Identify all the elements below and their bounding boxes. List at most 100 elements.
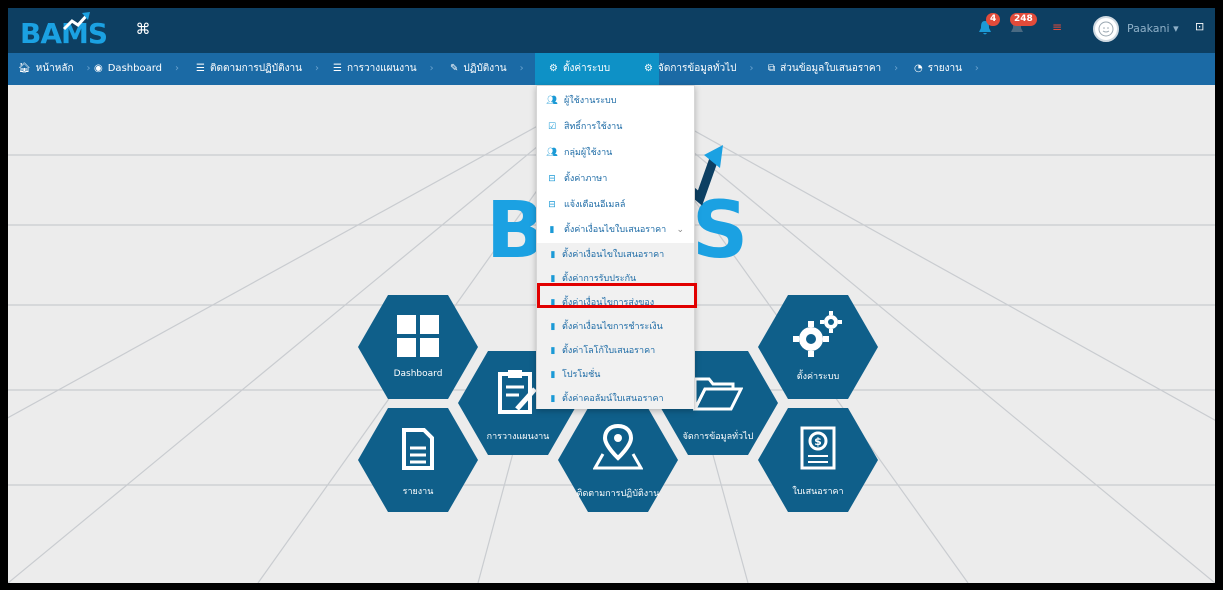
submenu-item-label: ตั้งค่าเงื่อนไขใบเสนอราคา	[562, 250, 665, 260]
dropdown-submenu: ▮ ตั้งค่าเงื่อนไขใบเสนอราคา ▮ ตั้งค่าการ…	[537, 243, 694, 409]
nav-home-label: หน้าหลัก	[35, 63, 74, 74]
money-document-icon: $	[758, 426, 878, 474]
nav-home[interactable]: 🏠︎ หน้าหลัก ›	[18, 53, 91, 85]
chevron-right-icon: ›	[894, 63, 899, 74]
list-icon: ☰	[333, 63, 342, 74]
clipboard-icon: ▮	[550, 370, 556, 380]
map-pin-icon	[558, 423, 678, 474]
brand-logo[interactable]: BAMS	[20, 12, 108, 49]
nav-operations[interactable]: ✎ ปฏิบัติงาน ›	[450, 53, 524, 85]
hex-tracking[interactable]: ติดตามการปฏิบัติงาน	[558, 408, 678, 512]
notification-bell-icon[interactable]: 4	[978, 13, 1001, 40]
svg-text:$: $	[814, 435, 822, 448]
dropdown-item-label: ผู้ใช้งานระบบ	[564, 96, 617, 106]
submenu-item-label: ตั้งค่าโลโก้ใบเสนอราคา	[562, 346, 656, 356]
nav-quotation-data[interactable]: ⧉ ส่วนข้อมูลใบเสนอราคา ›	[768, 53, 898, 85]
submenu-item-quotation-conditions[interactable]: ▮ ตั้งค่าเงื่อนไขใบเสนอราคา	[537, 243, 694, 268]
chevron-right-icon: ›	[974, 63, 979, 74]
dropdown-item-label: สิทธิ์การใช้งาน	[564, 122, 623, 132]
main-nav: 🏠︎ หน้าหลัก › ◉ Dashboard › ☰ ติดตามการป…	[8, 53, 1215, 85]
notification-badge: 4	[986, 13, 1001, 26]
users-icon: 👥︎	[546, 148, 558, 158]
nav-operations-label: ปฏิบัติงาน	[463, 63, 507, 74]
chevron-right-icon: ›	[86, 63, 91, 74]
nav-report-label: รายงาน	[927, 63, 962, 74]
submenu-item-quotation-logo[interactable]: ▮ ตั้งค่าโลโก้ใบเสนอราคา	[537, 339, 694, 364]
nav-dashboard[interactable]: ◉ Dashboard ›	[94, 53, 179, 85]
nav-system-settings[interactable]: ⚙ ตั้งค่าระบบ	[535, 53, 660, 85]
dropdown-item-label: ตั้งค่าภาษา	[564, 174, 608, 184]
edit-icon: ✎	[450, 63, 459, 74]
dropdown-item-permissions[interactable]: ☑ สิทธิ์การใช้งาน	[537, 115, 694, 140]
document-icon	[358, 428, 478, 474]
database-icon: ⊟	[548, 200, 556, 210]
logo-arrow-icon	[62, 12, 90, 31]
clipboard-icon: ▮	[550, 250, 556, 260]
dropdown-item-system-users[interactable]: 👥︎ ผู้ใช้งานระบบ	[537, 89, 694, 114]
users-icon: 👥︎	[546, 96, 558, 106]
hex-report-label: รายงาน	[402, 487, 434, 497]
settings-dropdown: 👥︎ ผู้ใช้งานระบบ ☑ สิทธิ์การใช้งาน 👥︎ กล…	[536, 85, 695, 409]
nav-general-data[interactable]: ⚙ จัดการข้อมูลทั่วไป ›	[644, 53, 754, 85]
nav-report[interactable]: ◔ รายงาน ›	[914, 53, 979, 85]
clipboard-icon: ▮	[550, 346, 556, 356]
box-icon: ⧉	[768, 63, 776, 74]
dropdown-item-label: ตั้งค่าเงื่อนไขใบเสนอราคา	[564, 225, 667, 235]
gears-icon	[758, 311, 878, 361]
dropdown-item-label: แจ้งเตือนอีเมลล์	[564, 200, 626, 210]
nav-tracking[interactable]: ☰ ติดตามการปฏิบัติงาน ›	[196, 53, 319, 85]
dropdown-item-quotation-conditions[interactable]: ▮ ตั้งค่าเงื่อนไขใบเสนอราคา ⌄	[537, 218, 694, 243]
gears-icon: ⚙	[549, 63, 558, 74]
nav-quotation-data-label: ส่วนข้อมูลใบเสนอราคา	[780, 63, 882, 74]
submenu-item-label: โปรโมชั่น	[562, 370, 601, 380]
header-right: 4 248 ≡ Paakani ▾ ⊡	[955, 8, 1215, 53]
hex-tracking-label: ติดตามการปฏิบัติงาน	[576, 489, 660, 499]
dropdown-item-user-groups[interactable]: 👥︎ กลุ่มผู้ใช้งาน	[537, 141, 694, 166]
chevron-right-icon: ›	[429, 63, 434, 74]
submenu-item-label: ตั้งค่าเงื่อนไขการชำระเงิน	[562, 322, 663, 332]
database-icon: ⊟	[548, 174, 556, 184]
nav-planning-label: การวางแผนงาน	[346, 63, 417, 74]
chevron-right-icon: ›	[314, 63, 319, 74]
nav-system-settings-label: ตั้งค่าระบบ	[562, 63, 611, 74]
fullscreen-icon[interactable]: ⊡	[1195, 20, 1204, 33]
home-icon: 🏠︎	[18, 63, 31, 74]
chevron-down-icon: ⌄	[676, 225, 684, 235]
clipboard-icon: ▮	[550, 394, 556, 404]
dropdown-item-email-alerts[interactable]: ⊟ แจ้งเตือนอีเมลล์	[537, 193, 694, 218]
highlight-box	[537, 283, 697, 308]
sidebar-toggle-icon[interactable]: ⌘	[133, 19, 153, 39]
list-icon: ☰	[196, 63, 205, 74]
chevron-right-icon: ›	[749, 63, 754, 74]
message-badge: 248	[1010, 13, 1037, 26]
nav-planning[interactable]: ☰ การวางแผนงาน ›	[333, 53, 434, 85]
dashboard-icon: ◉	[94, 63, 103, 74]
clipboard-icon: ▮	[549, 225, 555, 235]
submenu-item-payment-conditions[interactable]: ▮ ตั้งค่าเงื่อนไขการชำระเงิน	[537, 315, 694, 340]
hex-quotation-label: ใบเสนอราคา	[792, 487, 844, 497]
check-square-icon: ☑	[547, 122, 557, 132]
top-header: BAMS ⌘ 4 248 ≡ Paakani ▾ ⊡	[8, 8, 1215, 53]
gear-icon: ⚙	[644, 63, 653, 74]
app-frame: BAMS ⌘ 4 248 ≡ Paakani ▾ ⊡ 🏠︎ หน้าหลัก ›…	[8, 8, 1215, 583]
hex-settings-label: ตั้งค่าระบบ	[796, 372, 840, 382]
nav-dashboard-label: Dashboard	[107, 63, 162, 74]
dropdown-item-label: กลุ่มผู้ใช้งาน	[564, 148, 613, 158]
chart-icon: ◔	[914, 63, 923, 74]
submenu-item-quotation-columns[interactable]: ▮ ตั้งค่าคอลัมน์ใบเสนอราคา	[537, 387, 694, 412]
hex-settings[interactable]: ตั้งค่าระบบ	[758, 295, 878, 399]
nav-tracking-label: ติดตามการปฏิบัติงาน	[209, 63, 302, 74]
user-name[interactable]: Paakani ▾	[1127, 22, 1179, 35]
dropdown-item-language[interactable]: ⊟ ตั้งค่าภาษา	[537, 167, 694, 192]
submenu-item-promotion[interactable]: ▮ โปรโมชั่น	[537, 363, 694, 388]
chevron-right-icon: ›	[519, 63, 524, 74]
chevron-right-icon: ›	[175, 63, 179, 74]
clipboard-icon: ▮	[550, 322, 556, 332]
avatar[interactable]	[1093, 16, 1119, 42]
submenu-item-label: ตั้งค่าคอลัมน์ใบเสนอราคา	[562, 394, 664, 404]
hex-report[interactable]: รายงาน	[358, 408, 478, 512]
nav-general-data-label: จัดการข้อมูลทั่วไป	[657, 63, 737, 74]
message-icon[interactable]: 248	[1010, 13, 1037, 40]
menu-lines-icon[interactable]: ≡	[1052, 20, 1062, 34]
hex-quotation[interactable]: $ ใบเสนอราคา	[758, 408, 878, 512]
